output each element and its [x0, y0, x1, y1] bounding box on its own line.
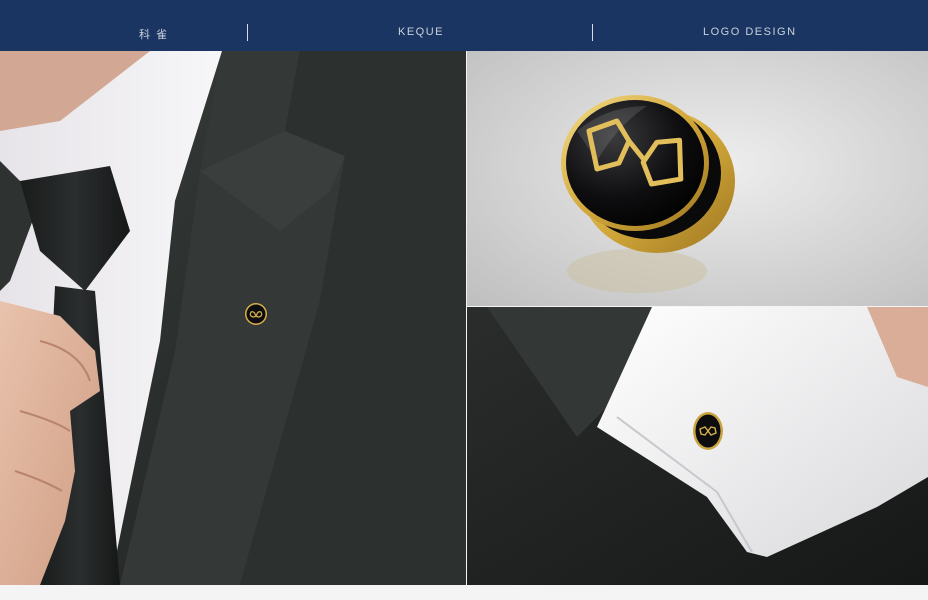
- header-bar: 科 雀 KEQUE LOGO DESIGN: [0, 0, 928, 51]
- header-divider: [247, 24, 248, 41]
- brand-cn-label: 科 雀: [139, 29, 169, 41]
- gold-enamel-pin-closeup: [467, 51, 928, 306]
- shirt-cuff-button-photo: [467, 307, 928, 585]
- brand-en-label: KEQUE: [398, 26, 445, 38]
- suit-lapel-pin-photo: [0, 51, 466, 585]
- section-label: LOGO DESIGN: [703, 26, 797, 38]
- header-divider: [592, 24, 593, 41]
